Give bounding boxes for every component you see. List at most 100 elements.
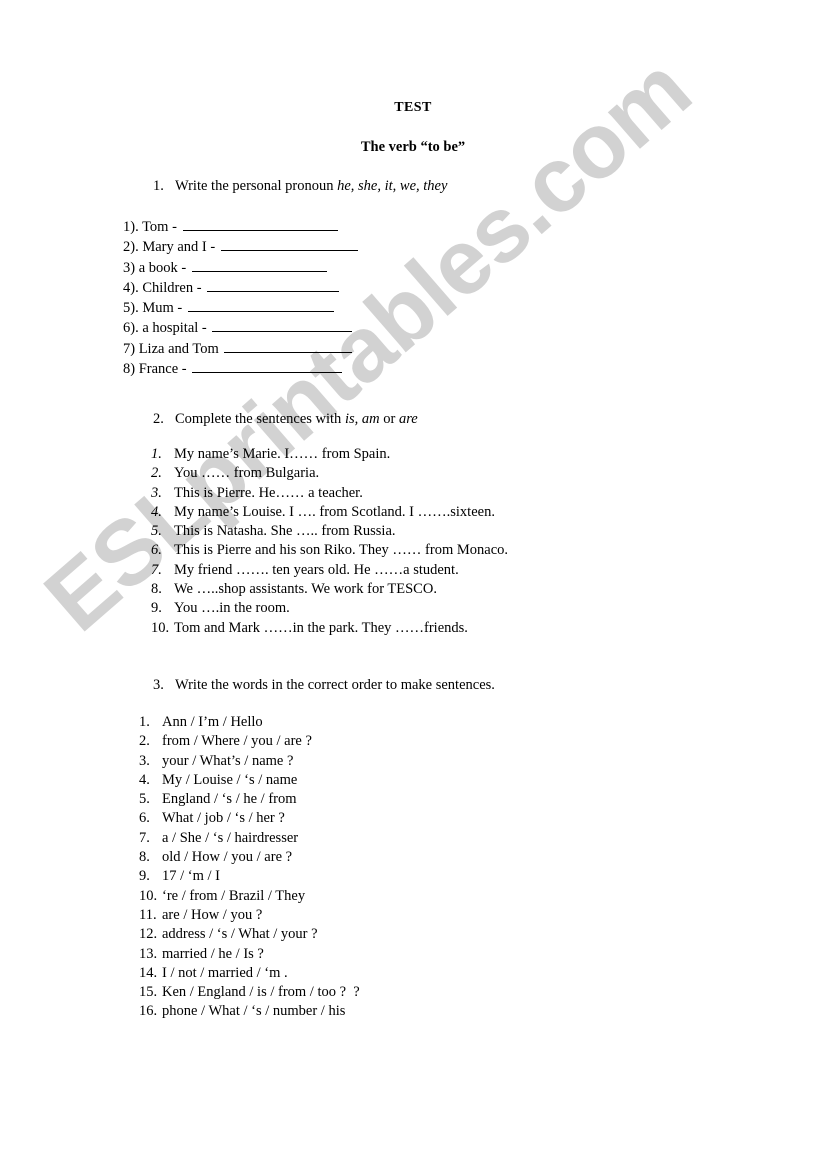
exercise-2-instruction-text: Complete the sentences with (175, 411, 345, 427)
list-item-number: 3. (151, 484, 162, 501)
list-item-text: old / How / you / are ? (162, 849, 293, 866)
exercise-2-instruction-or: or (379, 411, 399, 427)
list-item: 7) Liza and Tom (123, 339, 358, 359)
list-item-text: your / What’s / name ? (162, 752, 294, 769)
list-item: 14. I / not / married / ‘m . (139, 964, 360, 983)
list-item: 8. old / How / you / are ? (139, 848, 360, 867)
list-item-text: a / She / ‘s / hairdresser (162, 829, 299, 846)
answer-blank[interactable] (182, 217, 338, 231)
list-item: 3. your / What’s / name ? (139, 752, 360, 771)
list-item: 4). Children - (123, 278, 358, 298)
exercise-1-instruction-text: Write the personal pronoun (175, 178, 338, 194)
list-item-number: 1. (151, 446, 162, 462)
list-item: 5. England / ‘s / he / from (139, 790, 360, 809)
list-item-text: This is Natasha. She ….. from Russia. (174, 523, 396, 540)
list-item-label: 4). Children - (123, 279, 206, 296)
list-item-text: I / not / married / ‘m . (162, 964, 288, 981)
answer-blank[interactable] (191, 258, 327, 272)
exercise-2-list: 1. My name’s Marie. I…… from Spain. 2. You … (151, 445, 508, 638)
list-item-number: 5. (151, 523, 162, 540)
exercise-1-number: 1. (153, 178, 164, 194)
list-item-text: married / he / Is ? (162, 945, 264, 962)
list-item-number: 6. (151, 542, 162, 559)
list-item-label: 3) a book - (123, 259, 190, 276)
page-subtitle: The verb “to be” (360, 139, 466, 155)
list-item: 2. from / Where / you / are ? (139, 732, 360, 751)
list-item-number: 2. (151, 465, 162, 482)
list-item: 7. My friend ……. ten years old. He ……a st… (151, 561, 508, 580)
list-item-text: My name’s Louise. I …. from Scotland. I … (174, 503, 495, 520)
list-item: 7. a / She / ‘s / hairdresser (139, 829, 360, 848)
list-item: 5. This is Natasha. She ….. from Russia. (151, 522, 508, 541)
list-item-text: You ….in the room. (174, 600, 290, 617)
list-item-text: My friend ……. ten years old. He ……a stud… (174, 561, 459, 578)
list-item: 3. This is Pierre. He…… a teacher. (151, 484, 508, 503)
list-item-text: This is Pierre and his son Riko. They ……… (174, 542, 509, 559)
answer-blank[interactable] (220, 237, 358, 252)
list-item-number: 6. (139, 810, 150, 827)
list-item: 16. phone / What / ‘s / number / his (139, 1002, 360, 1021)
list-item-label: 2). Mary and I - (123, 239, 219, 256)
list-item-number: 11. (139, 906, 157, 923)
exercise-2-instruction-are: are (398, 411, 418, 427)
list-item: 6. This is Pierre and his son Riko. They … (151, 541, 508, 560)
list-item-text: phone / What / ‘s / number / his (162, 1003, 346, 1020)
list-item: 8. We …..shop assistants. We work for TES… (151, 580, 508, 599)
answer-blank[interactable] (212, 318, 353, 333)
list-item: 1. Ann / I’m / Hello (139, 713, 360, 732)
list-item: 10. ‘re / from / Brazil / They (139, 887, 360, 906)
list-item-text: What / job / ‘s / her ? (162, 810, 285, 827)
exercise-2-instruction-isam: is, am (344, 411, 380, 427)
list-item-number: 12. (139, 926, 158, 943)
list-item-text: are / How / you ? (162, 906, 263, 923)
list-item-text: Tom and Mark ……in the park. They ……frien… (174, 619, 468, 636)
list-item-number: 15. (139, 984, 158, 1001)
answer-blank[interactable] (224, 339, 353, 353)
list-item-number: 7. (151, 561, 162, 578)
list-item-text: This is Pierre. He…… a teacher. (174, 484, 363, 501)
list-item-text: England / ‘s / he / from (162, 791, 297, 808)
list-item: 9. 17 / ‘m / I (139, 867, 360, 886)
list-item: 5). Mum - (123, 298, 358, 318)
exercise-2-heading: 2. Complete the sentences with is, am or … (153, 411, 418, 428)
list-item-number: 10. (139, 887, 158, 904)
list-item: 1. My name’s Marie. I…… from Spain. (151, 445, 508, 464)
list-item-number: 4. (151, 503, 162, 520)
list-item-text: from / Where / you / are ? (162, 733, 312, 750)
list-item: 4. My / Louise / ‘s / name (139, 771, 360, 790)
list-item-label: 6). a hospital - (123, 320, 211, 337)
exercise-1-heading: 1. Write the personal pronoun he, she, it… (153, 178, 447, 195)
list-item: 3) a book - (123, 258, 358, 278)
list-item-number: 13. (139, 945, 158, 962)
list-item: 10. Tom and Mark ……in the park. They ……fr… (151, 619, 508, 638)
list-item-number: 14. (139, 964, 158, 981)
answer-blank[interactable] (192, 359, 343, 374)
list-item-number: 10. (151, 619, 170, 636)
list-item: 8) France - (123, 359, 358, 379)
list-item-text: address / ‘s / What / your ? (162, 926, 318, 943)
answer-blank[interactable] (187, 298, 334, 313)
list-item-text: ‘re / from / Brazil / They (162, 887, 306, 904)
list-item-text: Ken / England / is / from / too ? ? (162, 984, 360, 1001)
list-item-label: 1). Tom - (123, 219, 181, 235)
list-item-text: We …..shop assistants. We work for TESCO… (174, 581, 437, 598)
answer-blank[interactable] (207, 278, 340, 292)
list-item: 11. are / How / you ? (139, 906, 360, 925)
exercise-3-instruction-text: Write the words in the correct order to … (175, 677, 495, 693)
list-item-number: 4. (139, 771, 150, 788)
list-item: 12. address / ‘s / What / your ? (139, 925, 360, 944)
list-item: 1). Tom - (123, 217, 358, 237)
list-item-number: 8. (151, 581, 162, 598)
list-item-number: 7. (139, 829, 150, 846)
list-item: 2). Mary and I - (123, 237, 358, 257)
list-item-text: Ann / I’m / Hello (162, 714, 263, 730)
page-title: TEST (394, 100, 432, 115)
exercise-1-list: 1). Tom - 2). Mary and I - 3) a book - 4… (123, 217, 358, 379)
list-item-number: 8. (139, 849, 150, 866)
list-item: 15. Ken / England / is / from / too ? ? (139, 983, 360, 1002)
list-item-label: 5). Mum - (123, 300, 186, 317)
list-item: 4. My name’s Louise. I …. from Scotland. … (151, 503, 508, 522)
list-item-number: 9. (151, 600, 162, 617)
worksheet-page: ESLprintables.com TEST The verb “to be” … (0, 0, 826, 1169)
list-item-text: My / Louise / ‘s / name (162, 771, 298, 788)
